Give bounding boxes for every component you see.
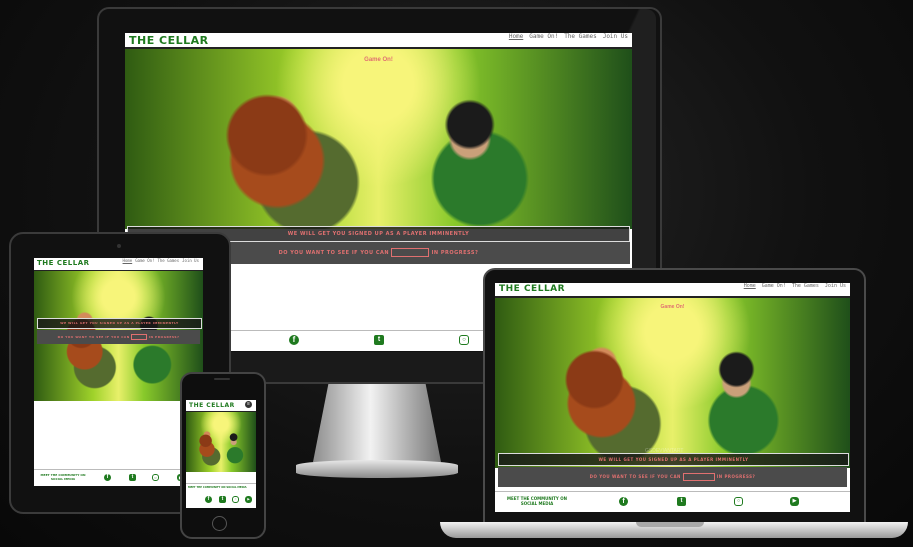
monitor-stand [313,384,441,462]
nav-home[interactable]: Home [123,258,133,263]
hero-image: Game On! GSDEVIANTART [495,298,850,468]
facebook-icon[interactable]: f [619,497,628,506]
hero-image: Game On! [125,49,632,229]
progress-text-after: IN PROGRESS? [716,474,756,479]
site-nav: Home Game On! The Games Join Us [509,33,628,40]
tablet-camera [117,244,121,248]
site-header: THE CELLAR Home Game On! The Games Join … [34,258,203,272]
nav-the-games[interactable]: The Games [792,283,819,289]
progress-text-after: IN PROGRESS? [431,250,479,256]
laptop-screen: THE CELLAR Home Game On! The Games Join … [495,283,850,512]
phone-home-button[interactable] [212,516,227,531]
site-header: THE CELLAR Home Game On! The Games Join … [495,283,850,298]
phone-screen: THE CELLAR ≡ MEET THE COMMUNITY ON SOCIA… [186,400,256,508]
hero-image [186,412,256,472]
twitter-icon[interactable]: t [374,335,384,345]
nav-join-us[interactable]: Join Us [825,283,846,289]
community-text: MEET THE COMMUNITY ON SOCIAL MEDIA [507,496,567,506]
twitter-icon[interactable]: t [219,496,226,503]
site-nav: Home Game On! The Games Join Us [123,258,199,263]
facebook-icon[interactable]: f [104,474,111,481]
hero-caption: Game On! [364,57,393,63]
nav-game-on[interactable]: Game On! [529,33,558,40]
site-brand[interactable]: THE CELLAR [129,34,209,47]
site-footer: MEET THE COMMUNITY ON SOCIAL MEDIA f t ○… [495,491,850,512]
nav-home[interactable]: Home [509,33,523,40]
community-text: MEET THE COMMUNITY ON SOCIAL MEDIA [188,486,247,489]
nav-game-on[interactable]: Game On! [762,283,786,289]
phone-speaker [214,378,230,380]
site-header: THE CELLAR Home Game On! The Games Join … [125,33,632,49]
instagram-icon[interactable]: ○ [459,335,469,345]
instagram-icon[interactable]: ○ [232,496,239,503]
site-brand[interactable]: THE CELLAR [189,402,235,409]
community-text: MEET THE COMMUNITY ON SOCIAL MEDIA [40,473,86,481]
twitter-icon[interactable]: t [677,497,686,506]
progress-text-before: DO YOU WANT TO SEE IF YOU CAN [589,474,681,479]
progress-text-after: IN PROGRESS? [148,335,180,339]
signup-banner: WE WILL GET YOU SIGNED UP AS A PLAYER IM… [37,318,202,329]
tablet-screen: THE CELLAR Home Game On! The Games Join … [34,258,203,486]
site-footer: MEET THE COMMUNITY ON SOCIAL MEDIA f t ○… [34,469,203,486]
menu-icon[interactable]: ≡ [245,401,252,408]
progress-text-before: DO YOU WANT TO SEE IF YOU CAN [278,250,390,256]
site-brand[interactable]: THE CELLAR [37,259,90,267]
hero-caption: Game On! [660,304,685,310]
nav-join-us[interactable]: Join Us [603,33,628,40]
youtube-icon[interactable]: ▶ [790,497,799,506]
progress-text-before: DO YOU WANT TO SEE IF YOU CAN [57,335,130,339]
progress-link-box[interactable] [131,334,148,340]
nav-home[interactable]: Home [744,283,756,289]
nav-the-games[interactable]: The Games [564,33,597,40]
monitor-stand-base [296,460,458,478]
signup-banner: WE WILL GET YOU SIGNED UP AS A PLAYER IM… [498,453,849,466]
progress-link-box[interactable] [391,248,430,257]
nav-the-games[interactable]: The Games [157,258,179,263]
progress-banner: DO YOU WANT TO SEE IF YOU CAN IN PROGRES… [37,330,200,344]
twitter-icon[interactable]: t [129,474,136,481]
laptop-notch [636,522,704,527]
site-nav: Home Game On! The Games Join Us [744,283,846,289]
nav-join-us[interactable]: Join Us [182,258,199,263]
facebook-icon[interactable]: f [289,335,299,345]
instagram-icon[interactable]: ○ [734,497,743,506]
youtube-icon[interactable]: ▶ [245,496,252,503]
progress-link-box[interactable] [682,473,715,481]
progress-banner: DO YOU WANT TO SEE IF YOU CAN IN PROGRES… [498,467,847,487]
site-footer: MEET THE COMMUNITY ON SOCIAL MEDIA f t ○… [186,483,256,508]
instagram-icon[interactable]: ○ [152,474,159,481]
facebook-icon[interactable]: f [205,496,212,503]
site-brand[interactable]: THE CELLAR [499,284,565,294]
nav-game-on[interactable]: Game On! [135,258,154,263]
